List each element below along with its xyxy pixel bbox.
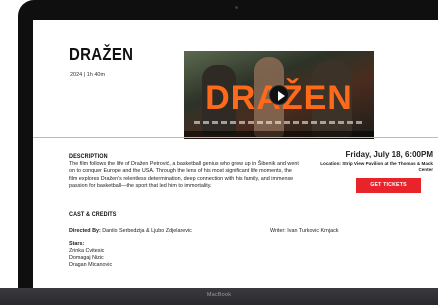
section-divider bbox=[33, 137, 438, 138]
page-title: DRAŽEN bbox=[69, 45, 134, 65]
laptop-base: MacBook bbox=[0, 288, 438, 305]
star-name: Zrinka Cvitesic bbox=[69, 248, 105, 254]
description-text: The film follows the life of Dražen Petr… bbox=[69, 161, 299, 190]
screen: DRAŽEN 2024 | 1h 40m DRAŽEN DESCRIPTION … bbox=[33, 20, 438, 288]
event-location: Location: Strip View Pavilion at the Tho… bbox=[320, 161, 433, 172]
stars-label: Stars: bbox=[69, 241, 85, 247]
star-name: Domagaj Nizic bbox=[69, 255, 104, 261]
film-meta: 2024 | 1h 40m bbox=[70, 72, 106, 78]
directed-by-value: Danilo Serbedzija & Ljubo Zdjelarevic bbox=[102, 228, 192, 234]
writer: Writer: Ivan Turkovic Krnjack bbox=[270, 228, 339, 234]
cast-heading: CAST & CREDITS bbox=[69, 211, 117, 219]
star-name: Dragan Micanovic bbox=[69, 262, 113, 268]
play-icon[interactable] bbox=[269, 85, 289, 105]
event-date: Friday, July 18, 6:00PM bbox=[345, 150, 433, 159]
trailer-credits-band bbox=[194, 121, 364, 124]
brand-label: MacBook bbox=[206, 292, 232, 298]
get-tickets-button[interactable]: GET TICKETS bbox=[356, 178, 421, 193]
camera-icon bbox=[235, 6, 238, 9]
directed-by-label: Directed By: bbox=[69, 228, 101, 234]
trailer-video[interactable]: DRAŽEN bbox=[184, 51, 374, 139]
description-heading: DESCRIPTION bbox=[69, 153, 108, 161]
directed-by: Directed By: Danilo Serbedzija & Ljubo Z… bbox=[69, 228, 192, 234]
